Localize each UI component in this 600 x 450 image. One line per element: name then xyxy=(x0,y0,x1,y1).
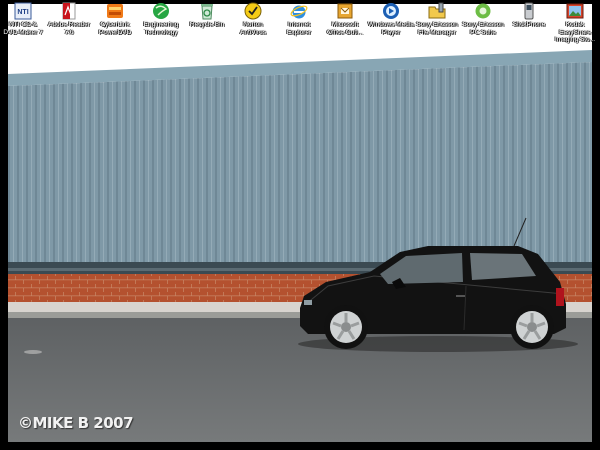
icon-label: Kodak EasyShare Imaging Sto... xyxy=(554,21,596,43)
desktop-icon-engineering[interactable]: Engineering Technology xyxy=(138,0,184,40)
nti-disc-icon: NTI xyxy=(14,2,32,20)
icon-label: Sony Ericsson PC Suite xyxy=(462,21,504,36)
powerdvd-icon xyxy=(107,4,123,18)
desktop-icon-recycle-bin[interactable]: Recycle Bin xyxy=(184,0,230,40)
desktop-icon-powerdvd[interactable]: CyberLink PowerDVD xyxy=(92,0,138,40)
phone-icon xyxy=(524,2,534,20)
desktop-icon-slickphone[interactable]: SlickPhone xyxy=(506,0,552,40)
imaging-icon xyxy=(566,3,584,19)
metal-cladding-wall xyxy=(8,62,592,266)
desktop-icon-internet-explorer[interactable]: Internet Explorer xyxy=(276,0,322,40)
outlook-icon xyxy=(337,3,353,19)
desktop-icon-pc-suite[interactable]: Sony Ericsson PC Suite xyxy=(460,0,506,40)
file-manager-icon xyxy=(428,2,446,19)
icon-label: Engineering Technology xyxy=(143,21,179,36)
desktop-icon-outlook[interactable]: Microsoft Office Outl... xyxy=(322,0,368,40)
media-player-icon xyxy=(383,3,399,19)
wallpaper-photo xyxy=(8,4,592,442)
desktop-icon-adobe-reader[interactable]: Adobe Reader 7.0 xyxy=(46,0,92,40)
icon-label: Microsoft Office Outl... xyxy=(326,21,363,36)
desktop-icon-nti[interactable]: NTI NTI CD & DVD-Maker 7 xyxy=(0,0,46,40)
icon-label: SlickPhone xyxy=(512,21,546,28)
icon-label: Adobe Reader 7.0 xyxy=(48,21,90,36)
icon-label: Sony Ericsson File Manager xyxy=(416,21,458,36)
wallpaper-scene xyxy=(8,4,592,442)
desktop-icon-imaging[interactable]: Kodak EasyShare Imaging Sto... xyxy=(552,0,598,43)
icon-label: NTI CD & DVD-Maker 7 xyxy=(3,21,43,36)
engineering-globe-icon xyxy=(153,3,169,19)
rear-wheel xyxy=(510,305,554,349)
desktop-icon-norton[interactable]: Norton AntiVirus xyxy=(230,0,276,40)
desktop: NTI NTI CD & DVD-Maker 7 Adobe Reader 7.… xyxy=(0,0,600,450)
icon-label: CyberLink PowerDVD xyxy=(98,21,132,36)
pc-suite-icon xyxy=(475,3,491,19)
icon-label: Norton AntiVirus xyxy=(240,21,266,36)
norton-antivirus-icon xyxy=(244,2,262,20)
photo-credit-watermark: ©MIKE B 2007 xyxy=(18,414,134,432)
adobe-reader-icon xyxy=(62,2,76,20)
icon-label: Internet Explorer xyxy=(286,21,312,36)
icon-label: Recycle Bin xyxy=(189,21,225,28)
svg-text:NTI: NTI xyxy=(17,9,28,16)
recycle-bin-icon xyxy=(201,4,213,20)
icon-label: Windows Media Player xyxy=(368,21,414,36)
desktop-icon-media-player[interactable]: Windows Media Player xyxy=(368,0,414,40)
desktop-icon-file-manager[interactable]: Sony Ericsson File Manager xyxy=(414,0,460,40)
internet-explorer-icon xyxy=(290,5,308,19)
front-wheel xyxy=(324,305,368,349)
